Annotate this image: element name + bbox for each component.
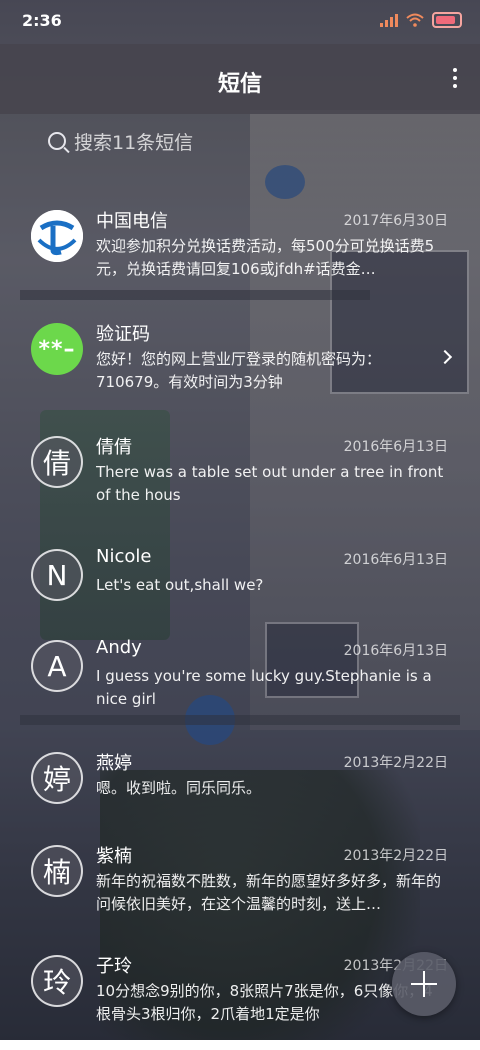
conversation-name: 燕婷 (96, 753, 132, 774)
avatar: A (31, 640, 83, 692)
avatar: 倩 (31, 436, 83, 488)
more-vert-icon[interactable] (452, 68, 458, 88)
china-telecom-logo (31, 210, 83, 262)
app-bar: 短信 (0, 44, 480, 114)
conversation-preview: 欢迎参加积分兑换话费活动，每500分可兑换话费5元，兑换话费请回复106或jfd… (96, 237, 435, 278)
conversation-name: Nicole (96, 546, 152, 567)
conversation-item[interactable]: **– 验证码 您好！您的网上营业厅登录的随机密码为：710679。有效时间为3… (0, 308, 480, 418)
search-bar[interactable]: 搜索11条短信 (48, 126, 348, 156)
conversation-preview: Let's eat out,shall we? (96, 576, 264, 594)
verification-code-avatar: **– (31, 323, 83, 375)
conversation-item[interactable]: A Andy 2016年6月13日 I guess you're some lu… (0, 625, 480, 735)
status-time: 2:36 (22, 11, 62, 30)
conversation-name: 子玲 (96, 956, 132, 977)
signal-icon (380, 13, 398, 27)
avatar: 婷 (31, 752, 83, 804)
conversation-date: 2013年2月22日 (343, 848, 448, 864)
search-icon (48, 132, 66, 150)
search-placeholder: 搜索11条短信 (74, 131, 194, 154)
conversation-name: 倩倩 (96, 437, 132, 458)
conversation-preview: 新年的祝福数不胜数，新年的愿望好多好多，新年的问候依旧美好，在这个温馨的时刻，送… (96, 872, 442, 913)
avatar: 楠 (31, 845, 83, 897)
conversation-date: 2016年6月13日 (343, 439, 448, 455)
page-title: 短信 (217, 72, 262, 97)
battery-icon (432, 12, 462, 28)
conversation-item[interactable]: 倩 倩倩 2016年6月13日 There was a table set ou… (0, 421, 480, 531)
conversation-name: 中国电信 (96, 211, 168, 232)
conversation-preview: 您好！您的网上营业厅登录的随机密码为：710679。有效时间为3分钟 (96, 350, 382, 391)
new-message-button[interactable] (392, 952, 456, 1016)
conversation-name: Andy (96, 637, 142, 658)
plus-icon (411, 971, 437, 997)
conversation-preview: I guess you're some lucky guy.Stephanie … (96, 667, 432, 708)
conversation-date: 2016年6月13日 (343, 552, 448, 568)
wifi-icon (406, 13, 424, 27)
conversation-preview: 嗯。收到啦。同乐同乐。 (96, 779, 262, 797)
conversation-name: 验证码 (96, 324, 150, 345)
conversation-date: 2017年6月30日 (343, 213, 448, 229)
avatar: 玲 (31, 955, 83, 1007)
conversation-preview: There was a table set out under a tree i… (96, 463, 444, 504)
conversation-date: 2016年6月13日 (343, 643, 448, 659)
conversation-item[interactable]: 中国电信 2017年6月30日 欢迎参加积分兑换话费活动，每500分可兑换话费5… (0, 195, 480, 305)
conversation-date: 2013年2月22日 (343, 755, 448, 771)
status-bar: 2:36 (0, 0, 480, 44)
avatar: N (31, 549, 83, 601)
conversation-item[interactable]: 楠 紫楠 2013年2月22日 新年的祝福数不胜数，新年的愿望好多好多，新年的问… (0, 830, 480, 940)
conversation-name: 紫楠 (96, 846, 132, 867)
